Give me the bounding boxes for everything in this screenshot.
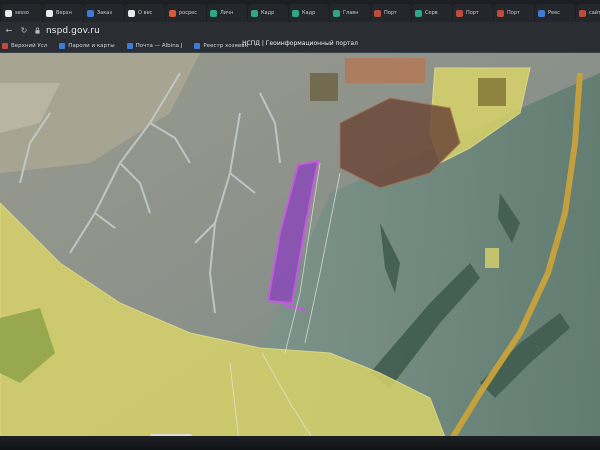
tab-favicon-icon — [251, 9, 258, 17]
lock-icon — [35, 27, 40, 34]
browser-tab[interactable]: Серв — [412, 4, 452, 22]
settlement-lots — [345, 58, 425, 83]
lot-yellow-small[interactable] — [485, 248, 499, 268]
tab-title: Реес — [548, 10, 560, 16]
tab-title: О вес — [138, 10, 153, 16]
tab-title: Верхн — [56, 10, 72, 16]
tab-favicon-icon — [292, 9, 299, 17]
browser-tab[interactable]: Кадр — [248, 4, 288, 22]
browser-window: sesso Верхн Заказ О вес росрес Личн Кадр Кадр Гл… — [0, 0, 600, 450]
bookmark-label: Почта — Albina J — [135, 42, 183, 49]
bookmark-item[interactable]: Верхний Усл — [2, 42, 48, 49]
bookmark-label: Верхний Усл — [11, 42, 48, 49]
tab-favicon-icon — [374, 9, 381, 17]
monitor-bezel — [0, 436, 600, 450]
mail-icon — [126, 42, 133, 49]
tab-favicon-icon — [333, 9, 340, 17]
tab-favicon-icon — [87, 9, 94, 17]
tab-favicon-icon — [497, 9, 504, 17]
bookmark-item[interactable]: Реестр хозяевн — [194, 42, 249, 49]
tab-favicon-icon — [128, 9, 135, 17]
tab-favicon-icon — [169, 9, 176, 17]
tab-title: Главн — [343, 10, 359, 16]
tab-favicon-icon — [415, 9, 422, 17]
tab-title: Личн — [220, 10, 234, 16]
browser-tab[interactable]: Верхн — [43, 4, 83, 22]
tab-title: росрес — [179, 10, 197, 16]
bookmark-label: Реестр хозяевн — [203, 42, 249, 49]
map-svg[interactable] — [0, 53, 600, 450]
bookmark-item[interactable]: Почта — Albina J — [126, 42, 183, 49]
lot-dark-small[interactable] — [310, 73, 338, 101]
bookmark-favicon-icon — [194, 42, 201, 49]
tab-title: sesso — [15, 10, 29, 16]
url-field[interactable]: nspd.gov.ru — [46, 26, 100, 36]
browser-tab[interactable]: О вес — [125, 4, 165, 22]
browser-tab[interactable]: Порт — [494, 4, 534, 22]
tab-favicon-icon — [46, 9, 53, 17]
browser-tab[interactable]: Заказ — [84, 4, 124, 22]
browser-tab[interactable]: росрес — [166, 4, 206, 22]
browser-tab[interactable]: Порт — [371, 4, 411, 22]
browser-tab[interactable]: сайт — [576, 4, 600, 22]
tab-title: Кадр — [261, 10, 275, 16]
back-icon[interactable]: ← — [4, 26, 14, 35]
bookmark-favicon-icon — [2, 42, 8, 49]
browser-tab[interactable]: Реес — [535, 4, 575, 22]
tab-favicon-icon — [579, 9, 586, 17]
key-icon — [59, 42, 66, 49]
tab-favicon-icon — [456, 9, 463, 17]
tab-favicon-icon — [5, 9, 12, 17]
map-canvas[interactable] — [0, 53, 600, 450]
browser-tab[interactable]: Личн — [207, 4, 247, 22]
browser-tab[interactable]: Кадр — [289, 4, 329, 22]
bookmark-label: Пароли и карты — [68, 42, 115, 49]
tab-title: Кадр — [302, 10, 316, 16]
tab-title: сайт — [589, 10, 600, 16]
tab-title: Серв — [425, 10, 438, 16]
tab-strip: sesso Верхн Заказ О вес росрес Личн Кадр Кадр Гл… — [0, 0, 600, 22]
browser-tab[interactable]: Порт — [453, 4, 493, 22]
reload-icon[interactable]: ↻ — [19, 26, 29, 35]
bookmarks-bar: Верхний Усл Пароли и карты Почта — Albin… — [0, 39, 600, 53]
address-bar: ← ↻ nspd.gov.ru — [0, 22, 600, 39]
browser-tab[interactable]: Главн — [330, 4, 370, 22]
tab-title: Заказ — [97, 10, 113, 16]
tab-title: Порт — [507, 10, 520, 16]
tab-favicon-icon — [210, 9, 217, 17]
tab-title: Порт — [466, 10, 479, 16]
bookmark-item[interactable]: Пароли и карты — [59, 42, 115, 49]
tab-title: Порт — [384, 10, 397, 16]
browser-tab[interactable]: sesso — [2, 4, 42, 22]
lot-olive[interactable] — [478, 78, 506, 106]
tab-favicon-icon — [538, 9, 545, 17]
